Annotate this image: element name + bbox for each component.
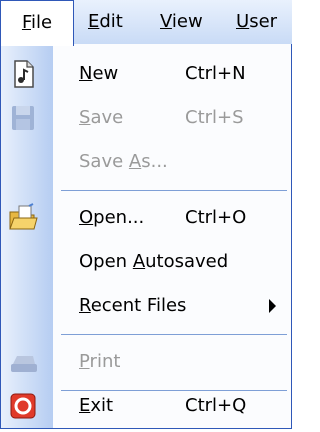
menu-bar: File Edit View User [0,0,292,46]
menu-edit-label: dit [99,11,123,32]
new-document-icon [7,58,39,90]
printer-icon [7,346,39,378]
menu-view-label: iew [171,11,203,32]
menu-item-exit-shortcut: Ctrl+Q [185,395,247,416]
submenu-arrow-icon [269,299,276,313]
menu-item-open-label: Open... [79,207,145,228]
menu-item-recent-files[interactable]: Recent Files [1,284,291,328]
menu-user-label: ser [249,11,278,32]
menu-item-exit[interactable]: Exit Ctrl+Q [1,384,291,428]
menu-item-open[interactable]: Open... Ctrl+O [1,196,291,240]
menu-separator [61,334,287,335]
menu-view-mnemonic: V [160,11,172,32]
menu-separator [61,190,287,191]
menu-item-print-label: Print [79,351,121,372]
menu-user-mnemonic: U [236,11,250,32]
menu-item-save-shortcut: Ctrl+S [185,107,244,128]
menu-edit[interactable]: Edit [88,0,123,44]
menu-item-new-label: New [79,63,119,84]
menu-item-new-shortcut: Ctrl+N [185,63,246,84]
menu-item-open-shortcut: Ctrl+O [185,207,247,228]
menu-item-open-autosaved[interactable]: Open Autosaved [1,240,291,284]
menu-item-save-label: Save [79,107,124,128]
menu-item-open-autosaved-label: Open Autosaved [79,251,229,272]
menu-user[interactable]: User [236,0,277,44]
menu-item-new[interactable]: New Ctrl+N [1,52,291,96]
menu-item-recent-files-label: Recent Files [79,295,187,316]
menu-item-print[interactable]: Print [1,340,291,384]
exit-icon [7,390,39,422]
menu-file-label: ile [30,12,53,33]
file-menu-dropdown: New Ctrl+N Save Ctrl+S Save As... Open..… [0,44,292,429]
menu-item-save-as-label: Save As... [79,151,168,172]
open-folder-icon [7,202,39,234]
save-disk-icon [7,102,39,134]
menu-view[interactable]: View [160,0,203,44]
menu-item-save[interactable]: Save Ctrl+S [1,96,291,140]
menu-edit-mnemonic: E [88,11,100,32]
menu-file-mnemonic: F [21,12,31,33]
menu-item-save-as[interactable]: Save As... [1,140,291,184]
menu-file[interactable]: File [0,0,74,46]
menu-item-exit-label: Exit [79,395,114,416]
